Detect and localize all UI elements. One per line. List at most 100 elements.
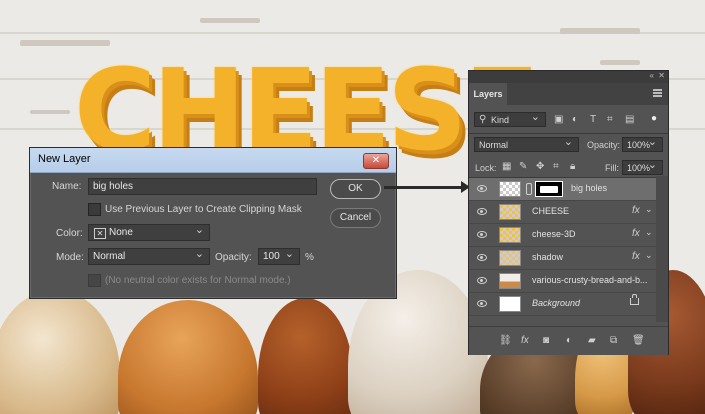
mode-value: Normal bbox=[93, 251, 126, 262]
trash-icon[interactable]: 🗑︎ bbox=[632, 336, 645, 346]
color-label: Color: bbox=[56, 228, 83, 239]
eye-icon[interactable] bbox=[477, 231, 487, 238]
lock-all-icon[interactable]: 🔒︎ bbox=[570, 162, 575, 172]
lock-image-pixels-icon[interactable]: ✎ bbox=[519, 162, 527, 172]
opacity-label: Opacity: bbox=[215, 252, 252, 263]
adjustment-layer-filter-icon[interactable]: ◐ bbox=[572, 115, 578, 125]
adjustment-layer-icon[interactable]: ◐ bbox=[566, 336, 572, 346]
link-icon[interactable] bbox=[526, 183, 532, 195]
tab-layers[interactable]: Layers bbox=[469, 83, 507, 105]
collapse-icon[interactable]: « bbox=[650, 71, 654, 80]
shape-layer-filter-icon[interactable]: ⌗ bbox=[607, 115, 613, 125]
fx-icon[interactable]: fx bbox=[632, 251, 640, 262]
type-layer-filter-icon[interactable]: T bbox=[590, 115, 596, 125]
link-layers-icon[interactable]: ⛓︎ bbox=[499, 336, 512, 346]
lock-artboard-icon[interactable]: ⌗ bbox=[553, 162, 559, 172]
layer-row-cheese[interactable]: CHEESE fx ⌄ bbox=[469, 201, 656, 224]
mode-select[interactable]: Normal bbox=[88, 246, 210, 265]
add-layer-style-icon[interactable]: fx bbox=[521, 336, 529, 346]
name-label: Name: bbox=[52, 181, 82, 192]
blend-mode-value: Normal bbox=[479, 140, 509, 150]
layer-name: shadow bbox=[532, 252, 564, 262]
wood-chip bbox=[560, 28, 640, 34]
smart-object-thumbnail bbox=[499, 227, 521, 243]
panel-close-icon[interactable]: ✕ bbox=[658, 71, 665, 80]
lock-position-icon[interactable]: ✥ bbox=[536, 162, 544, 172]
layer-row-cheese-3d[interactable]: cheese-3D fx ⌄ bbox=[469, 224, 656, 247]
layer-thumbnail bbox=[499, 296, 521, 312]
smart-object-thumbnail bbox=[499, 250, 521, 266]
smart-object-thumbnail bbox=[499, 273, 521, 289]
fill-field-value: 100% bbox=[627, 163, 651, 173]
eye-icon[interactable] bbox=[477, 300, 487, 307]
no-color-icon: ✕ bbox=[94, 228, 106, 239]
eye-icon[interactable] bbox=[477, 208, 487, 215]
use-previous-layer-checkbox[interactable] bbox=[88, 203, 101, 216]
mode-label: Mode: bbox=[56, 252, 84, 263]
add-mask-icon[interactable]: ◙ bbox=[543, 336, 549, 346]
wood-chip bbox=[200, 18, 260, 23]
lock-label: Lock: bbox=[475, 163, 497, 173]
pixel-layer-filter-icon[interactable]: ▣ bbox=[554, 115, 563, 125]
chevron-down-icon[interactable]: ⌄ bbox=[645, 227, 653, 238]
eye-icon[interactable] bbox=[477, 185, 487, 192]
color-select[interactable]: ✕ None bbox=[88, 222, 210, 241]
lock-transparent-pixels-icon[interactable]: ▦ bbox=[502, 162, 511, 172]
panel-top-bar: « ✕ bbox=[469, 71, 668, 83]
layer-row-background[interactable]: Background bbox=[469, 293, 656, 316]
eye-icon[interactable] bbox=[477, 277, 487, 284]
layer-name: big holes bbox=[571, 183, 608, 193]
blend-mode-select[interactable]: Normal bbox=[474, 135, 579, 152]
layer-row-big-holes[interactable]: big holes bbox=[469, 178, 656, 201]
opacity-unit: % bbox=[305, 252, 314, 263]
layer-name: Background bbox=[532, 298, 581, 308]
layer-row-shadow[interactable]: shadow fx ⌄ bbox=[469, 247, 656, 270]
new-layer-icon[interactable]: ⧉ bbox=[610, 336, 617, 346]
fill-label: Fill: bbox=[605, 163, 619, 173]
panel-tab-row: Layers bbox=[469, 83, 668, 105]
fill-field[interactable]: 100% bbox=[622, 158, 663, 175]
annotation-arrow bbox=[384, 186, 464, 189]
dialog-titlebar[interactable]: New Layer ✕ bbox=[30, 148, 396, 173]
layer-thumbnail bbox=[499, 181, 521, 197]
filter-kind-value: Kind bbox=[491, 115, 510, 125]
dialog-title: New Layer bbox=[38, 153, 91, 165]
wood-chip bbox=[30, 110, 70, 114]
search-icon: ⚲ bbox=[479, 114, 487, 125]
eye-icon[interactable] bbox=[477, 254, 487, 261]
new-group-icon[interactable]: ▰ bbox=[588, 336, 596, 346]
opacity-value: 100 bbox=[263, 251, 280, 262]
layer-name: cheese-3D bbox=[532, 229, 576, 239]
layer-name-input[interactable]: big holes bbox=[88, 178, 317, 195]
filter-toggle-icon[interactable]: ● bbox=[651, 114, 657, 124]
layers-scrollbar[interactable] bbox=[656, 176, 668, 322]
opacity-field-value: 100% bbox=[627, 140, 651, 150]
chevron-down-icon[interactable]: ⌄ bbox=[645, 204, 653, 215]
fx-icon[interactable]: fx bbox=[632, 228, 640, 239]
lock-icon bbox=[630, 294, 639, 305]
bread-loaf bbox=[258, 298, 353, 414]
neutral-fill-label: (No neutral color exists for Normal mode… bbox=[105, 275, 291, 286]
ok-button[interactable]: OK bbox=[330, 179, 381, 199]
fx-icon[interactable]: fx bbox=[632, 205, 640, 216]
layers-panel: « ✕ Layers ⚲ Kind ▣ ◐ T ⌗ ▤ ● Normal Opa… bbox=[468, 70, 669, 355]
color-value: None bbox=[109, 227, 133, 238]
layer-row-bread[interactable]: various-crusty-bread-and-b... bbox=[469, 270, 656, 293]
neutral-fill-checkbox[interactable] bbox=[88, 274, 101, 287]
divider bbox=[469, 133, 668, 134]
panel-menu-icon[interactable] bbox=[653, 89, 662, 97]
layer-mask-thumbnail[interactable] bbox=[535, 181, 563, 197]
smart-object-filter-icon[interactable]: ▤ bbox=[625, 115, 634, 125]
filter-kind-select[interactable]: ⚲ Kind bbox=[474, 110, 546, 127]
bread-loaf bbox=[118, 300, 258, 414]
opacity-input[interactable]: 100 bbox=[258, 246, 300, 265]
cancel-button[interactable]: Cancel bbox=[330, 208, 381, 228]
smart-object-thumbnail bbox=[499, 204, 521, 220]
use-previous-layer-label: Use Previous Layer to Create Clipping Ma… bbox=[105, 204, 302, 215]
new-layer-dialog: New Layer ✕ Name: big holes Use Previous… bbox=[29, 147, 397, 299]
chevron-down-icon[interactable]: ⌄ bbox=[645, 250, 653, 261]
opacity-label: Opacity: bbox=[587, 140, 621, 150]
opacity-field[interactable]: 100% bbox=[622, 135, 663, 152]
close-button[interactable]: ✕ bbox=[363, 153, 389, 169]
layer-name: various-crusty-bread-and-b... bbox=[532, 275, 648, 285]
